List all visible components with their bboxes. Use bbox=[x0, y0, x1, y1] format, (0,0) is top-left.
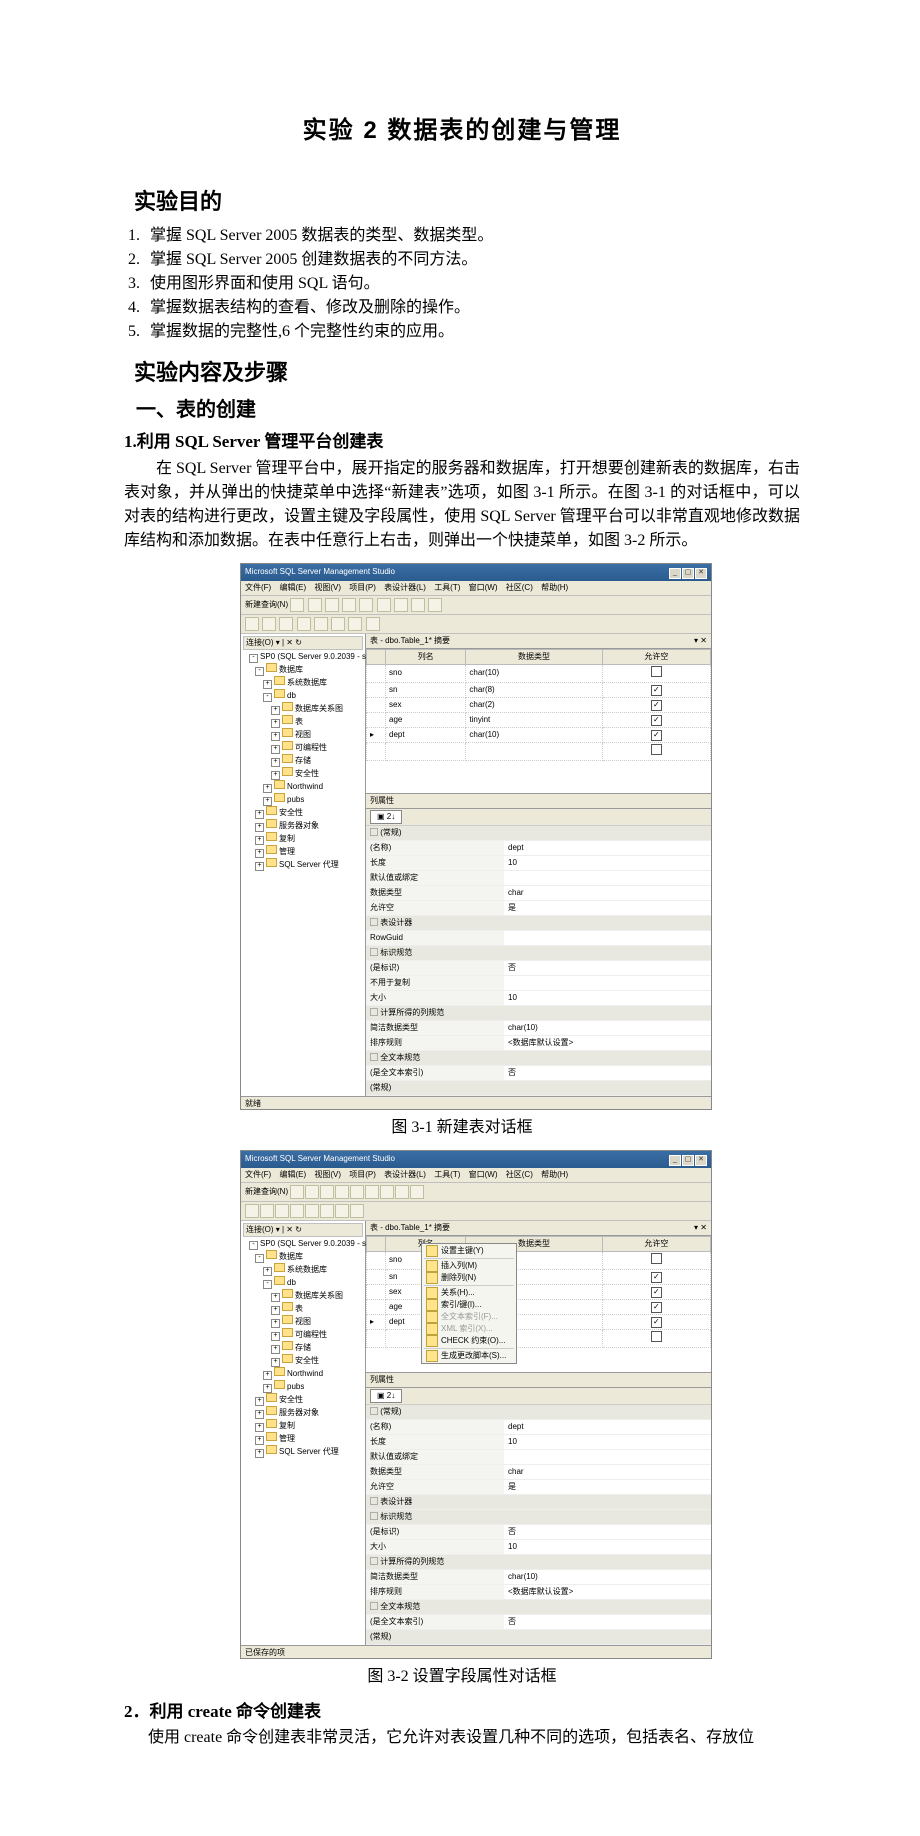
body-1a: 在 SQL Server 管理平台中，展开指定的服务器和数据库，打开想要创建新表… bbox=[124, 457, 800, 553]
object-explorer-header: 连接(O) ▾ | ✕ ↻ bbox=[243, 636, 363, 650]
figure-caption-2: 图 3-2 设置字段属性对话框 bbox=[124, 1665, 800, 1689]
objective-item: 掌握数据表结构的查看、修改及删除的操作。 bbox=[144, 296, 800, 320]
menu-view[interactable]: 视图(V) bbox=[314, 583, 341, 592]
table-row: sexchar(2)✓ bbox=[367, 697, 711, 712]
properties-grid[interactable]: ▢ (常规) (名称)dept 长度10 默认值或绑定 数据类型char 允许空… bbox=[366, 1405, 711, 1645]
figure-3-1-screenshot: Microsoft SQL Server Management Studio _… bbox=[240, 563, 712, 1110]
table-row: agetinyint✓ bbox=[367, 712, 711, 727]
context-menu[interactable]: 设置主键(Y) 插入列(M) 删除列(N) 关系(H)... 索引/键(I)..… bbox=[421, 1243, 517, 1364]
window-controls[interactable]: _▢✕ bbox=[668, 1153, 707, 1166]
menu-window[interactable]: 窗口(W) bbox=[469, 583, 498, 592]
close-icon[interactable]: ▾ ✕ bbox=[694, 635, 707, 647]
toolbar-icon[interactable] bbox=[428, 598, 442, 612]
toolbar-icon[interactable] bbox=[325, 598, 339, 612]
toolbar-2[interactable] bbox=[241, 1202, 711, 1221]
checkbox-icon[interactable]: ✓ bbox=[651, 730, 662, 741]
toolbar-icon[interactable] bbox=[290, 598, 304, 612]
menubar[interactable]: 文件(F) 编辑(E) 视图(V) 项目(P) 表设计器(L) 工具(T) 窗口… bbox=[241, 1168, 711, 1183]
status-bar: 已保存的项 bbox=[241, 1645, 711, 1658]
app-title: Microsoft SQL Server Management Studio bbox=[245, 1153, 395, 1166]
body-1b: 使用 create 命令创建表非常灵活，它允许对表设置几种不同的选项，包括表名、… bbox=[124, 1726, 800, 1750]
figure-caption-1: 图 3-1 新建表对话框 bbox=[124, 1116, 800, 1140]
window-titlebar: Microsoft SQL Server Management Studio _… bbox=[241, 1151, 711, 1168]
toolbar-icon[interactable] bbox=[308, 598, 322, 612]
ctx-check-constraint[interactable]: CHECK 约束(O)... bbox=[422, 1335, 516, 1347]
document-tab[interactable]: 表 - dbo.Table_1* 摘要 ▾ ✕ bbox=[366, 634, 711, 649]
checkbox-icon[interactable]: ✓ bbox=[651, 700, 662, 711]
objective-item: 掌握数据的完整性,6 个完整性约束的应用。 bbox=[144, 320, 800, 344]
toolbar-1[interactable]: 新建查询(N) bbox=[241, 596, 711, 615]
toolbar-icon[interactable] bbox=[377, 598, 391, 612]
menu-edit[interactable]: 编辑(E) bbox=[279, 583, 306, 592]
designer-panel: 表 - dbo.Table_1* 摘要▾ ✕ 列名数据类型允许空 snochar… bbox=[366, 1221, 711, 1645]
heading-procedure: 实验内容及步骤 bbox=[134, 356, 800, 389]
subsection-1: 一、表的创建 bbox=[136, 395, 800, 425]
figure-3-2-screenshot: Microsoft SQL Server Management Studio _… bbox=[240, 1150, 712, 1659]
table-row: snchar(8)✓ bbox=[367, 682, 711, 697]
table-row bbox=[367, 742, 711, 760]
doc-title: 实验 2 数据表的创建与管理 bbox=[124, 113, 800, 149]
toolbar-icon[interactable] bbox=[262, 617, 276, 631]
checkbox-icon[interactable] bbox=[651, 744, 662, 755]
menu-help[interactable]: 帮助(H) bbox=[541, 583, 568, 592]
toolbar-1[interactable]: 新建查询(N) bbox=[241, 1183, 711, 1202]
window-titlebar: Microsoft SQL Server Management Studio _… bbox=[241, 564, 711, 581]
toolbar-icon[interactable] bbox=[366, 617, 380, 631]
ctx-generate-script[interactable]: 生成更改脚本(S)... bbox=[422, 1350, 516, 1362]
toolbar-icon[interactable] bbox=[297, 617, 311, 631]
ctx-xml-index[interactable]: XML 索引(X)... bbox=[422, 1323, 516, 1335]
properties-grid[interactable]: ▢ (常规) (名称)dept 长度10 默认值或绑定 数据类型char 允许空… bbox=[366, 826, 711, 1096]
ctx-relationships[interactable]: 关系(H)... bbox=[422, 1287, 516, 1299]
checkbox-icon[interactable]: ✓ bbox=[651, 685, 662, 696]
menu-community[interactable]: 社区(C) bbox=[506, 583, 533, 592]
designer-panel: 表 - dbo.Table_1* 摘要 ▾ ✕ 列名 数据类型 允许空 snoc… bbox=[366, 634, 711, 1096]
new-query-button[interactable]: 新建查询(N) bbox=[245, 600, 288, 609]
toolbar-icon[interactable] bbox=[348, 617, 362, 631]
col-header-null: 允许空 bbox=[602, 649, 710, 664]
object-explorer[interactable]: 连接(O) ▾ | ✕ ↻ -SP0 (SQL Server 9.0.2039 … bbox=[241, 1221, 366, 1645]
toolbar-icon[interactable] bbox=[359, 598, 373, 612]
toolbar-icon[interactable] bbox=[342, 598, 356, 612]
objective-item: 使用图形界面和使用 SQL 语句。 bbox=[144, 272, 800, 296]
toolbar-icon[interactable] bbox=[331, 617, 345, 631]
table-row: ▸deptchar(10)✓ bbox=[367, 727, 711, 742]
ctx-insert-column[interactable]: 插入列(M) bbox=[422, 1260, 516, 1272]
objectives-list: 掌握 SQL Server 2005 数据表的类型、数据类型。 掌握 SQL S… bbox=[124, 224, 800, 344]
ctx-indexes[interactable]: 索引/键(I)... bbox=[422, 1299, 516, 1311]
subhead-1b: 2．利用 create 命令创建表 bbox=[124, 1699, 800, 1725]
object-explorer[interactable]: 连接(O) ▾ | ✕ ↻ -SP0 (SQL Server 9.0.2039 … bbox=[241, 634, 366, 1096]
toolbar-2[interactable] bbox=[241, 615, 711, 634]
ctx-fulltext[interactable]: 全文本索引(F)... bbox=[422, 1311, 516, 1323]
objective-item: 掌握 SQL Server 2005 创建数据表的不同方法。 bbox=[144, 248, 800, 272]
toolbar-icon[interactable] bbox=[411, 598, 425, 612]
columns-grid[interactable]: 列名数据类型允许空 snochar(10) sn✓ sex✓ age✓ ▸dep… bbox=[366, 1236, 711, 1348]
heading-objectives: 实验目的 bbox=[134, 185, 800, 218]
document-page: 实验 2 数据表的创建与管理 实验目的 掌握 SQL Server 2005 数… bbox=[0, 0, 920, 1836]
ctx-delete-column[interactable]: 删除列(N) bbox=[422, 1272, 516, 1284]
subhead-1a: 1.利用 SQL Server 管理平台创建表 bbox=[124, 429, 800, 455]
checkbox-icon[interactable]: ✓ bbox=[651, 715, 662, 726]
toolbar-icon[interactable] bbox=[394, 598, 408, 612]
objective-item: 掌握 SQL Server 2005 数据表的类型、数据类型。 bbox=[144, 224, 800, 248]
checkbox-icon[interactable] bbox=[651, 666, 662, 677]
menu-file[interactable]: 文件(F) bbox=[245, 583, 271, 592]
toolbar-icon[interactable] bbox=[314, 617, 328, 631]
col-header-type: 数据类型 bbox=[466, 649, 602, 664]
tree-root[interactable]: -SP0 (SQL Server 9.0.2039 - sa) bbox=[249, 652, 363, 663]
column-properties-header: 列属性 bbox=[366, 793, 711, 809]
menu-table-designer[interactable]: 表设计器(L) bbox=[384, 583, 426, 592]
window-controls[interactable]: _▢✕ bbox=[668, 566, 707, 579]
property-tab[interactable]: ▣ 2↓ bbox=[370, 810, 402, 824]
menu-tools[interactable]: 工具(T) bbox=[434, 583, 460, 592]
menu-project[interactable]: 项目(P) bbox=[349, 583, 376, 592]
menubar[interactable]: 文件(F) 编辑(E) 视图(V) 项目(P) 表设计器(L) 工具(T) 窗口… bbox=[241, 581, 711, 596]
toolbar-icon[interactable] bbox=[279, 617, 293, 631]
columns-grid[interactable]: 列名 数据类型 允许空 snochar(10) snchar(8)✓ sexch… bbox=[366, 649, 711, 761]
table-row: snochar(10) bbox=[367, 664, 711, 682]
ctx-set-primary-key[interactable]: 设置主键(Y) bbox=[422, 1245, 516, 1257]
col-header-name: 列名 bbox=[386, 649, 466, 664]
app-title: Microsoft SQL Server Management Studio bbox=[245, 566, 395, 579]
status-bar: 就绪 bbox=[241, 1096, 711, 1109]
toolbar-icon[interactable] bbox=[245, 617, 259, 631]
